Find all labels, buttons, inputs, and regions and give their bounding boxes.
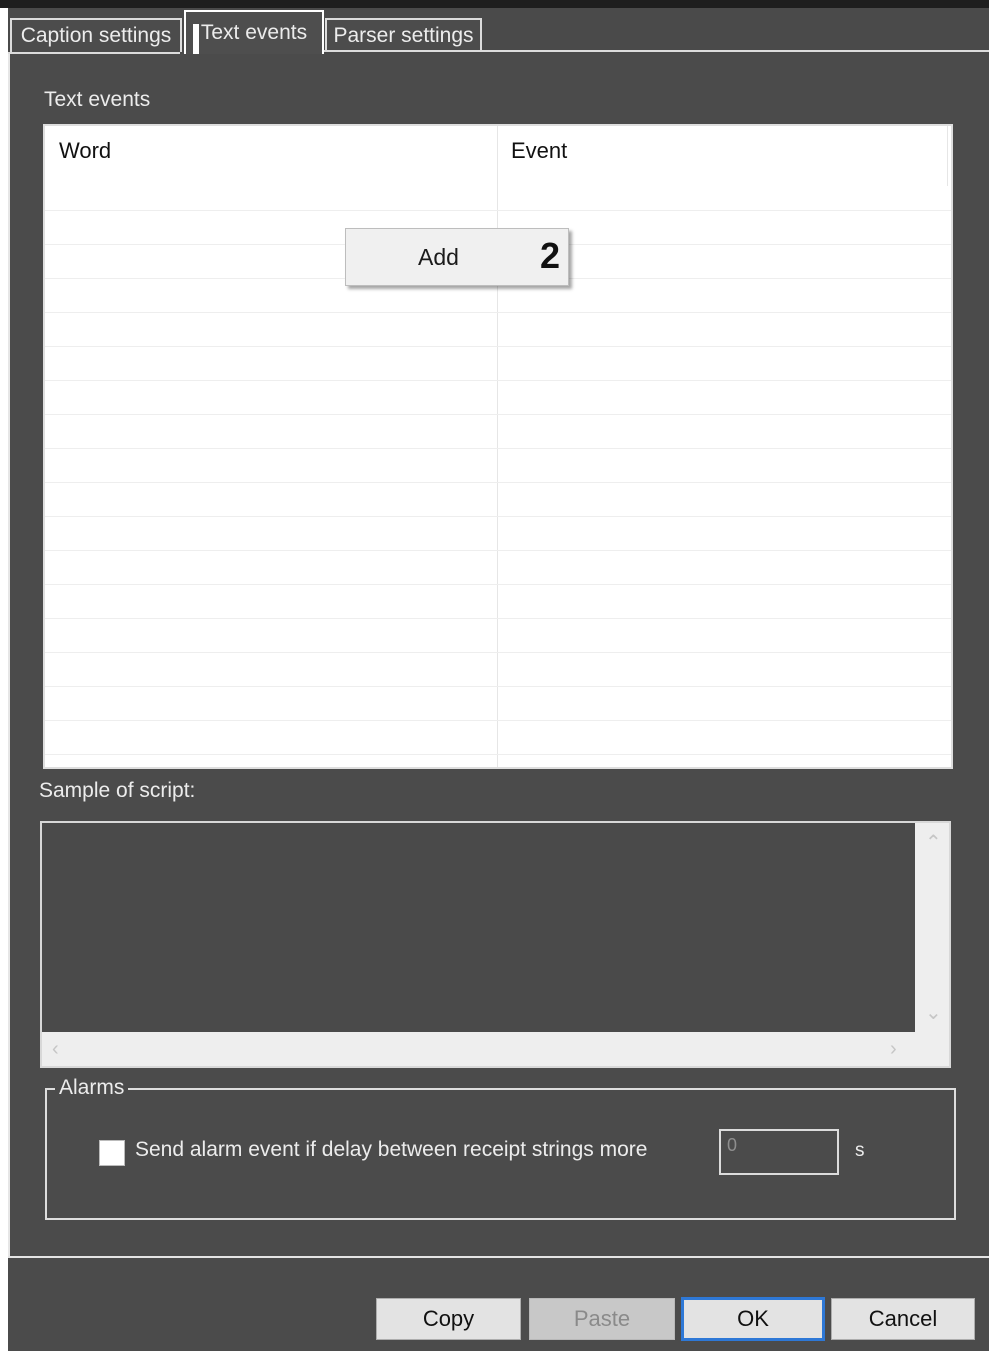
delay-unit-label: s	[855, 1140, 865, 1161]
vertical-scrollbar[interactable]: ⌃ ⌄	[915, 823, 949, 1032]
grid-row-line	[45, 550, 951, 551]
script-sample-area: ⌃ ⌄ ‹ ›	[40, 821, 951, 1068]
copy-button[interactable]: Copy	[376, 1298, 521, 1340]
grid-row-line	[45, 210, 951, 211]
column-header-word[interactable]: Word	[59, 138, 111, 164]
delay-seconds-input[interactable]: 0	[719, 1129, 839, 1175]
tab-text-events[interactable]: Text events	[184, 10, 324, 54]
column-header-event[interactable]: Event	[511, 138, 567, 164]
tab-caption-settings[interactable]: Caption settings	[10, 18, 182, 52]
paste-button[interactable]: Paste	[529, 1298, 675, 1340]
grid-row-line	[45, 720, 951, 721]
column-divider	[947, 126, 948, 186]
alarms-group-title: Alarms	[55, 1076, 129, 1100]
grid-row-line	[45, 312, 951, 313]
tab-bar-border	[324, 50, 989, 52]
grid-row-line	[45, 686, 951, 687]
window-top-edge	[0, 0, 989, 8]
send-alarm-checkbox[interactable]	[99, 1140, 125, 1166]
context-menu: Add 2	[345, 228, 569, 286]
ok-button[interactable]: OK	[681, 1297, 825, 1341]
scroll-right-icon[interactable]: ›	[890, 1039, 897, 1059]
grid-row-line	[45, 652, 951, 653]
scroll-left-icon[interactable]: ‹	[52, 1039, 59, 1059]
grid-row-line	[45, 380, 951, 381]
step-marker-2: 2	[540, 235, 561, 276]
grid-row-line	[45, 346, 951, 347]
horizontal-scrollbar[interactable]: ‹ ›	[42, 1032, 949, 1066]
grid-row-line	[45, 414, 951, 415]
script-textarea[interactable]	[42, 823, 915, 1032]
tab-bar: Caption settings Text events Parser sett…	[8, 8, 989, 54]
step-marker-1	[193, 24, 199, 54]
grid-row-line	[45, 516, 951, 517]
scroll-down-icon[interactable]: ⌄	[925, 1003, 942, 1023]
send-alarm-label[interactable]: Send alarm event if delay between receip…	[135, 1138, 647, 1162]
tab-parser-settings[interactable]: Parser settings	[325, 18, 482, 52]
cancel-button[interactable]: Cancel	[831, 1298, 975, 1340]
grid-row-line	[45, 618, 951, 619]
scroll-up-icon[interactable]: ⌃	[925, 833, 942, 853]
grid-row-line	[45, 482, 951, 483]
text-events-label: Text events	[44, 88, 151, 111]
sample-of-script-label: Sample of script:	[39, 779, 196, 802]
grid-row-line	[45, 584, 951, 585]
alarms-group: Alarms Send alarm event if delay between…	[45, 1076, 956, 1220]
text-events-grid[interactable]: Word Event	[43, 124, 953, 769]
context-menu-add[interactable]: Add	[346, 229, 531, 285]
grid-row-line	[45, 754, 951, 755]
grid-row-line	[45, 448, 951, 449]
